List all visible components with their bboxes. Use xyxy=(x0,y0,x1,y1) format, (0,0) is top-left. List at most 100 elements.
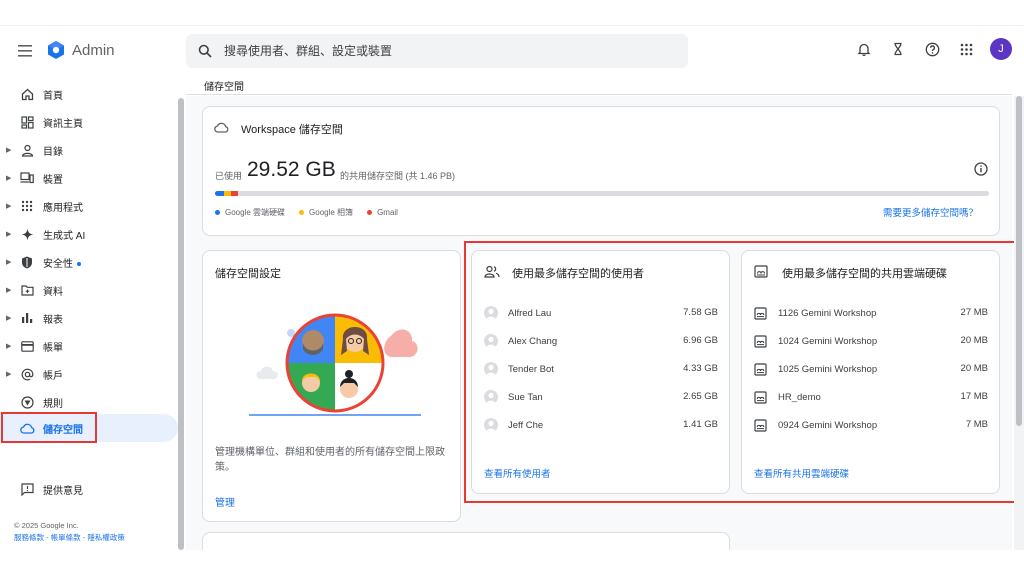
main-scrollbar-thumb[interactable] xyxy=(1016,96,1022,426)
main-menu-button[interactable] xyxy=(14,41,36,61)
sidebar-item-label: 帳戶 xyxy=(43,370,63,382)
expand-caret-icon[interactable]: ▶ xyxy=(6,174,11,182)
manage-link[interactable]: 管理 xyxy=(215,494,235,509)
devices-icon xyxy=(19,170,35,186)
storage-settings-card: 儲存空間設定 管理機構單位、群組和使用者的所有儲存空間上限政策。 管理 xyxy=(202,250,461,522)
partial-card-below xyxy=(202,532,730,550)
sidebar-item-label: 應用程式 xyxy=(43,202,83,214)
user-avatar-icon xyxy=(484,418,498,432)
expand-caret-icon[interactable]: ▶ xyxy=(6,314,11,322)
list-item[interactable]: Jeff Che xyxy=(484,415,543,435)
folder-icon xyxy=(19,282,35,298)
sidebar-item-billing[interactable]: ▶ 帳單 xyxy=(0,333,178,359)
usage-segment-photos xyxy=(224,191,232,196)
legend-dot xyxy=(299,210,305,215)
settings-description: 管理機構單位、群組和使用者的所有儲存空間上限政策。 xyxy=(215,447,445,473)
sidebar-scrollbar[interactable] xyxy=(178,98,184,550)
group-icon xyxy=(484,265,500,278)
apps-grid-icon xyxy=(960,43,972,55)
user-name: Sue Tan xyxy=(508,391,543,403)
search-input[interactable] xyxy=(224,44,644,58)
storage-illustration xyxy=(249,313,421,416)
sparkle-icon xyxy=(19,226,35,242)
info-icon[interactable] xyxy=(974,162,988,176)
bar-chart-icon xyxy=(19,310,35,326)
expand-caret-icon[interactable]: ▶ xyxy=(6,146,11,154)
list-item[interactable]: Alex Chang xyxy=(484,331,557,351)
storage-usage-bar xyxy=(215,191,989,196)
expand-caret-icon[interactable]: ▶ xyxy=(6,202,11,210)
person-icon xyxy=(19,142,35,158)
notifications-button[interactable] xyxy=(854,39,874,59)
search-bar[interactable] xyxy=(186,34,688,68)
view-all-users-link[interactable]: 查看所有使用者 xyxy=(484,466,551,480)
top-shared-drives-card: 使用最多儲存空間的共用雲端硬碟 1126 Gemini Workshop 27 … xyxy=(741,250,1000,494)
list-item[interactable]: Alfred Lau xyxy=(484,303,551,323)
sidebar-item-data[interactable]: ▶ 資料 xyxy=(0,277,178,303)
sidebar-item-security[interactable]: ▶ 安全性 xyxy=(0,249,178,275)
feedback-label: 提供意見 xyxy=(43,485,83,497)
sidebar-item-home[interactable]: 首頁 xyxy=(0,81,178,107)
expand-caret-icon[interactable]: ▶ xyxy=(6,370,11,378)
shared-drive-icon xyxy=(754,390,767,404)
shared-drive-icon xyxy=(754,334,767,348)
list-item[interactable]: Sue Tan xyxy=(484,387,543,407)
shared-drive-icon xyxy=(754,306,767,320)
search-icon xyxy=(198,44,212,58)
hourglass-icon xyxy=(894,42,902,56)
workspace-storage-card: Workspace 儲存空間 已使用 29.52 GB 的共用儲存空間 (共 1… xyxy=(202,106,1000,236)
list-item[interactable]: 1024 Gemini Workshop xyxy=(754,331,877,351)
tasks-button[interactable] xyxy=(888,39,908,59)
drive-usage: 17 MB xyxy=(960,391,988,402)
drive-name: 0924 Gemini Workshop xyxy=(778,419,878,431)
list-item[interactable]: Tender Bot xyxy=(484,359,554,379)
legend-dot xyxy=(367,210,373,215)
need-more-storage-link[interactable]: 需要更多儲存空間嗎？ xyxy=(883,205,978,219)
drive-usage: 20 MB xyxy=(960,363,988,374)
help-icon xyxy=(925,42,939,56)
sidebar-item-devices[interactable]: ▶ 裝置 xyxy=(0,165,178,191)
sidebar-item-apps[interactable]: ▶ 應用程式 xyxy=(0,193,178,219)
expand-caret-icon[interactable]: ▶ xyxy=(6,258,11,266)
footer-links[interactable]: 服務條款 - 帳單條款 - 隱私權政策 xyxy=(14,532,125,543)
expand-caret-icon[interactable]: ▶ xyxy=(6,230,11,238)
sidebar-item-label: 目錄 xyxy=(43,146,63,158)
expand-caret-icon[interactable]: ▶ xyxy=(6,342,11,350)
list-item[interactable]: 0924 Gemini Workshop xyxy=(754,415,877,435)
used-value: 29.52 GB xyxy=(247,158,336,181)
header-actions: J xyxy=(854,38,1012,60)
bell-icon xyxy=(857,43,871,56)
help-button[interactable] xyxy=(922,39,942,59)
sidebar-item-storage[interactable]: 儲存空間 xyxy=(0,414,178,442)
hamburger-menu-icon xyxy=(18,45,32,57)
apps-launcher-button[interactable] xyxy=(956,39,976,59)
sidebar-item-generative-ai[interactable]: ▶ 生成式 AI xyxy=(0,221,178,247)
sidebar-item-reports[interactable]: ▶ 報表 xyxy=(0,305,178,331)
sidebar-item-rules[interactable]: 規則 xyxy=(0,389,178,415)
list-item[interactable]: 1025 Gemini Workshop xyxy=(754,359,877,379)
sidebar-item-label: 安全性 xyxy=(43,255,81,270)
app-name: Admin xyxy=(72,41,115,59)
drive-name: HR_demo xyxy=(778,391,821,403)
apps-grid-icon xyxy=(19,198,35,214)
list-item[interactable]: HR_demo xyxy=(754,387,821,407)
storage-card-title: Workspace 儲存空間 xyxy=(241,124,343,136)
usage-legend: Google 雲端硬碟 Google 相簿 Gmail xyxy=(215,207,398,218)
user-usage: 4.33 GB xyxy=(683,363,718,374)
user-avatar-icon xyxy=(484,334,498,348)
feedback-button[interactable]: 提供意見 xyxy=(0,476,178,502)
drive-usage: 20 MB xyxy=(960,335,988,346)
sidebar-item-account[interactable]: ▶ 帳戶 xyxy=(0,361,178,387)
admin-logo[interactable]: Admin xyxy=(46,40,115,60)
view-all-drives-link[interactable]: 查看所有共用雲端硬碟 xyxy=(754,466,849,480)
used-suffix: 的共用儲存空間 (共 1.46 PB) xyxy=(340,171,456,181)
drive-name: 1025 Gemini Workshop xyxy=(778,363,878,375)
sidebar-item-dashboard[interactable]: 資訊主頁 xyxy=(0,109,178,135)
sidebar-item-directory[interactable]: ▶ 目錄 xyxy=(0,137,178,163)
list-item[interactable]: 1126 Gemini Workshop xyxy=(754,303,876,323)
used-label: 已使用 xyxy=(215,171,243,181)
copyright-text: © 2025 Google Inc. xyxy=(14,521,79,530)
drive-name: 1126 Gemini Workshop xyxy=(778,307,877,319)
expand-caret-icon[interactable]: ▶ xyxy=(6,286,11,294)
account-avatar[interactable]: J xyxy=(990,38,1012,60)
